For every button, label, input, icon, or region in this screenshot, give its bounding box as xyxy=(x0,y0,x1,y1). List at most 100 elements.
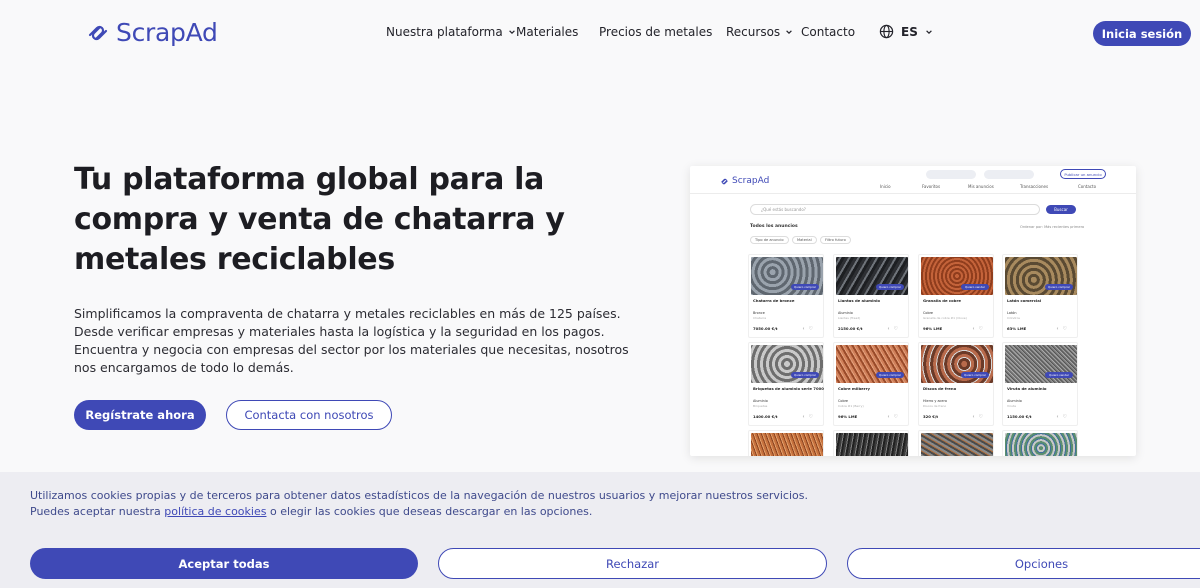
brand-logo[interactable]: ScrapAd xyxy=(86,18,218,47)
chevron-down-icon xyxy=(786,30,792,35)
nav-item-materiales[interactable]: Materiales xyxy=(516,25,578,39)
hero-title: Tu plataforma global para la compra y ve… xyxy=(74,162,565,277)
contact-us-button[interactable]: Contacta con nosotros xyxy=(226,400,392,430)
mockup-listing-card: Quiero vender Viruta de aluminio Aluminio V… xyxy=(1002,342,1078,426)
hero-description: Simplificamos la compraventa de chatarra… xyxy=(74,306,629,375)
mockup-listing-image xyxy=(751,433,823,456)
mockup-listing-sub: Briquetas xyxy=(753,404,768,408)
mockup-listing-card xyxy=(1002,430,1078,456)
mockup-listing-sub: Cobre #1 (Berry) xyxy=(838,404,864,408)
mockup-logo-text: ScrapAd xyxy=(732,176,770,186)
mockup-divider xyxy=(690,193,1136,194)
mockup-placeholder-pill xyxy=(984,170,1034,179)
nav-item-label: Contacto xyxy=(801,25,856,39)
mockup-listing-sub: Discos de freno xyxy=(923,404,947,408)
mockup-listing-price: 1150.00 €/t xyxy=(1007,414,1032,419)
mockup-search-button: Buscar xyxy=(1046,205,1076,214)
cookie-message-line1: Utilizamos cookies propias y de terceros… xyxy=(30,489,808,502)
mockup-listing-price: 2150.00 €/t xyxy=(838,326,863,331)
nav-item-contacto[interactable]: Contacto xyxy=(801,25,855,39)
mockup-listing-price: 320 €/t xyxy=(923,414,939,419)
nav-item-label: Materiales xyxy=(516,25,579,39)
nav-item-label: Nuestra plataforma xyxy=(386,25,503,39)
mockup-listing-cta: Quiero comprar xyxy=(791,284,819,290)
mockup-listing-price: 96% LME xyxy=(923,326,943,331)
mockup-share-fav-icons: ‹♡ xyxy=(1056,414,1071,420)
mockup-listing-title: Latón comercial xyxy=(1007,298,1042,303)
platform-preview-image: ScrapAd Publicar un anuncio Inicio Favor… xyxy=(690,166,1136,456)
mockup-listing-card: Quiero comprar Discos de freno Hierro y ac… xyxy=(918,342,994,426)
mockup-publish-button: Publicar un anuncio xyxy=(1060,169,1106,179)
mockup-listing-title: Cobre milberry xyxy=(838,386,870,391)
mockup-tab: Favoritos xyxy=(922,184,941,189)
mockup-share-fav-icons: ‹♡ xyxy=(802,326,817,332)
mockup-listing-sub: Viruta xyxy=(1007,404,1016,408)
mockup-listing-card xyxy=(833,430,909,456)
mockup-listing-card: Quiero comprar Briquetas de aluminio seri… xyxy=(748,342,824,426)
mockup-listing-image xyxy=(836,433,908,456)
mockup-listing-material: Cobre xyxy=(838,399,848,403)
mockup-listing-image xyxy=(921,433,993,456)
accept-all-cookies-button[interactable]: Aceptar todas xyxy=(30,548,418,579)
mockup-heading: Todos los anuncios xyxy=(750,224,798,229)
mockup-listing-title: Discos de freno xyxy=(923,386,957,391)
mockup-placeholder-pill xyxy=(926,170,976,179)
mockup-listing-price: 1400.00 €/t xyxy=(753,414,778,419)
nav-item-precios-de-metales[interactable]: Precios de metales xyxy=(599,25,712,39)
mockup-filter-chip: Material xyxy=(792,236,817,244)
mockup-listing-material: Aluminio xyxy=(753,399,768,403)
language-selector[interactable]: ES xyxy=(879,24,933,39)
mockup-listing-cta: Quiero comprar xyxy=(791,372,819,378)
mockup-tab: Contacto xyxy=(1078,184,1097,189)
cookie-message-line2: Puedes aceptar nuestra política de cooki… xyxy=(30,504,1130,520)
mockup-share-fav-icons: ‹♡ xyxy=(887,414,902,420)
mockup-listing-card: Quiero comprar Chatarra de bronce Bronce Ch… xyxy=(748,254,824,338)
mockup-listing-title: Briquetas de aluminio serie 7000 xyxy=(753,386,824,391)
mockup-listing-card: Quiero comprar Latón comercial Latón Cilind… xyxy=(1002,254,1078,338)
reject-cookies-button[interactable]: Rechazar xyxy=(438,548,827,579)
mockup-listing-card xyxy=(918,430,994,456)
cookie-policy-link[interactable]: política de cookies xyxy=(164,505,266,518)
mockup-listing-material: Aluminio xyxy=(838,311,853,315)
mockup-filter-chip: Tipo de anuncio xyxy=(750,236,789,244)
cookie-options-button[interactable]: Opciones xyxy=(847,548,1200,579)
login-button[interactable]: Inicia sesión xyxy=(1093,21,1191,46)
mockup-listing-sub: Llantas (Tread) xyxy=(838,316,861,320)
mockup-listing-card: Quiero vender Granalla de cobre Cobre Grana… xyxy=(918,254,994,338)
mockup-share-fav-icons: ‹♡ xyxy=(972,326,987,332)
mockup-listing-image xyxy=(1005,433,1077,456)
nav-item-recursos[interactable]: Recursos xyxy=(726,25,793,39)
mockup-listing-cta: Quiero comprar xyxy=(1045,284,1073,290)
mockup-share-fav-icons: ‹♡ xyxy=(887,326,902,332)
brand-name: ScrapAd xyxy=(116,18,218,47)
top-navigation: ScrapAd Nuestra plataforma Materiales Pr… xyxy=(0,0,1200,66)
scrapad-logo-icon xyxy=(721,178,728,184)
mockup-filter-chip: Filtro futuro xyxy=(820,236,851,244)
nav-item-label: Recursos xyxy=(726,25,781,39)
mockup-logo: ScrapAd xyxy=(720,176,769,186)
mockup-listing-sub: Chatarra xyxy=(753,316,767,320)
cookie-text-after: o elegir las cookies que deseas descarga… xyxy=(266,505,593,518)
nav-item-label: Precios de metales xyxy=(599,25,713,39)
mockup-search-field: ¿Qué estás buscando? xyxy=(750,204,1040,215)
mockup-sort: Ordenar por: Más recientes primero xyxy=(1020,225,1085,229)
mockup-listing-sub: Granalla de cobre #1 (Clove) xyxy=(923,316,967,320)
mockup-listing-title: Llantas de aluminio xyxy=(838,298,880,303)
mockup-listing-cta: Quiero vender xyxy=(1045,372,1073,378)
mockup-listing-cta: Quiero comprar xyxy=(876,372,904,378)
mockup-listing-cta: Quiero comprar xyxy=(876,284,904,290)
mockup-listing-card xyxy=(748,430,824,456)
mockup-listing-card: Quiero comprar Cobre milberry Cobre Cobre #… xyxy=(833,342,909,426)
mockup-listing-card: Quiero comprar Llantas de aluminio Alumini… xyxy=(833,254,909,338)
nav-item-nuestra-plataforma[interactable]: Nuestra plataforma xyxy=(386,25,516,39)
cookie-banner: Utilizamos cookies propias y de terceros… xyxy=(0,472,1200,588)
register-button[interactable]: Regístrate ahora xyxy=(74,400,206,430)
mockup-listing-price: 96% LME xyxy=(838,414,858,419)
mockup-listing-material: Aluminio xyxy=(1007,399,1022,403)
mockup-listing-cta: Quiero vender xyxy=(961,284,989,290)
mockup-listing-title: Chatarra de bronce xyxy=(753,298,795,303)
mockup-listing-material: Cobre xyxy=(923,311,933,315)
mockup-listing-price: 63% LME xyxy=(1007,326,1027,331)
mockup-listing-material: Latón xyxy=(1007,311,1017,315)
mockup-share-fav-icons: ‹♡ xyxy=(802,414,817,420)
